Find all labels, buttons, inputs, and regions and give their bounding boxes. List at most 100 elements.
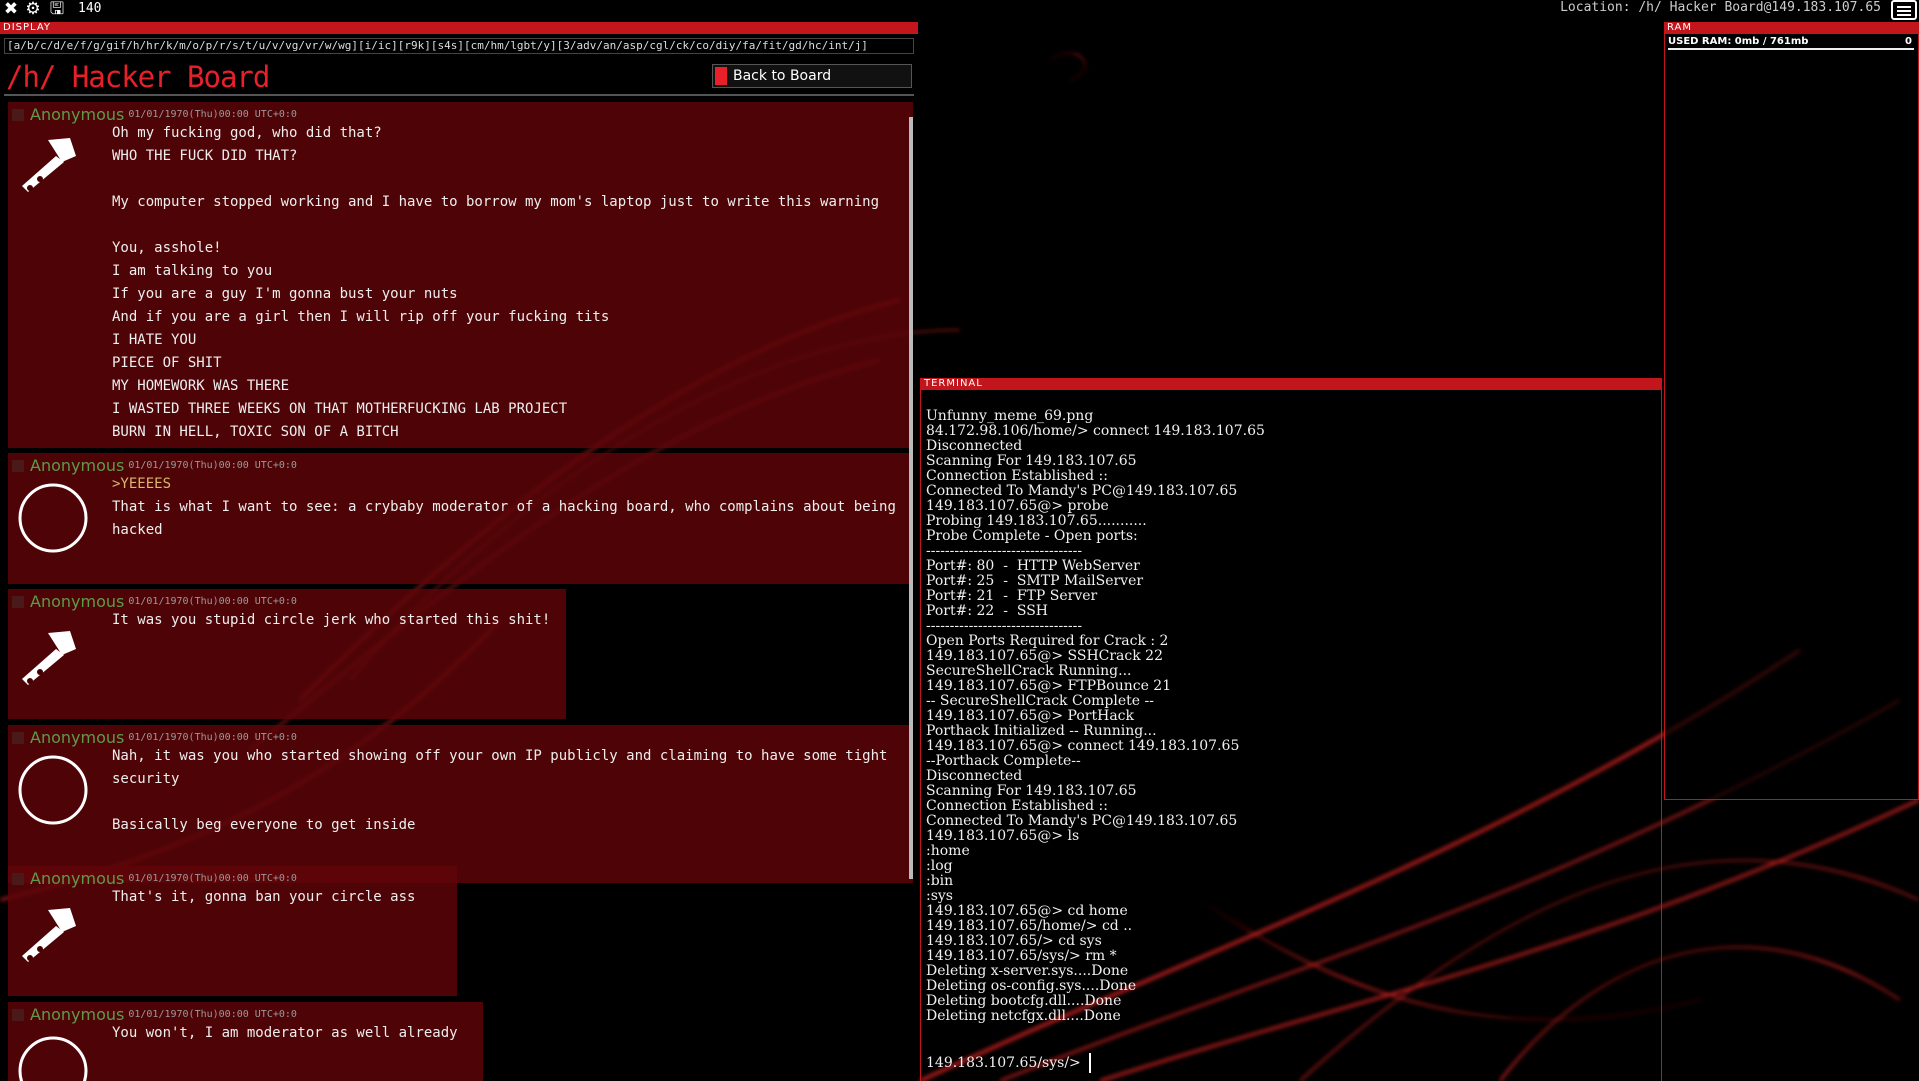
post-line: My computer stopped working and I have t… — [112, 194, 880, 210]
post-body: That's it, gonna ban your circle ass — [112, 886, 457, 909]
post-date: 01/01/1970(Thu)00:00 UTC+0:0 — [128, 873, 297, 884]
post-header: Anonymous 01/01/1970(Thu)00:00 UTC+0:0 — [12, 455, 297, 475]
gear-icon[interactable]: ⚙ — [24, 0, 42, 18]
terminal-line: 149.183.107.65@> FTPBounce 21 — [926, 678, 1172, 694]
ram-count: 0 — [1905, 36, 1912, 47]
ram-header: RAM — [1664, 22, 1919, 34]
post: Anonymous 01/01/1970(Thu)00:00 UTC+0:0 >Y… — [8, 453, 913, 584]
terminal-line: :home — [926, 843, 970, 859]
post-line: WHO THE FUCK DID THAT? — [112, 148, 298, 164]
post-line: It was you stupid circle jerk who starte… — [112, 612, 551, 628]
terminal-line: Porthack Initialized -- Running... — [926, 723, 1157, 739]
post-body: It was you stupid circle jerk who starte… — [112, 609, 566, 632]
text-cursor — [1088, 1053, 1091, 1073]
terminal-line: Port#: 21 - FTP Server — [926, 588, 1098, 604]
terminal-line: Connected To Mandy's PC@149.183.107.65 — [926, 483, 1238, 499]
terminal-line: Deleting os-config.sys....Done — [926, 978, 1137, 994]
post: Anonymous 01/01/1970(Thu)00:00 UTC+0:0 Na… — [8, 725, 913, 883]
board-list[interactable]: [a/b/c/d/e/f/g/gif/h/hr/k/m/o/p/r/s/t/u/… — [4, 38, 914, 54]
close-icon[interactable]: ✖ — [2, 0, 20, 18]
terminal-line: Connected To Mandy's PC@149.183.107.65 — [926, 813, 1238, 829]
post: Anonymous 01/01/1970(Thu)00:00 UTC+0:0 It… — [8, 589, 566, 719]
location-label: Location: /h/ Hacker Board@149.183.107.6… — [1560, 0, 1881, 15]
ram-usage-label: USED RAM: 0mb / 761mb — [1668, 36, 1809, 47]
post-body: Oh my fucking god, who did that? WHO THE… — [112, 122, 913, 444]
post-header: Anonymous 01/01/1970(Thu)00:00 UTC+0:0 — [12, 727, 297, 747]
top-bar: ✖ ⚙ 🖫 140 Location: /h/ Hacker Board@149… — [0, 0, 1919, 20]
terminal-line: 149.183.107.65@> connect 149.183.107.65 — [926, 738, 1240, 754]
post-checkbox[interactable] — [12, 459, 24, 472]
terminal-line: 84.172.98.106/home/> connect 149.183.107… — [926, 423, 1265, 439]
terminal-line: Scanning For 149.183.107.65 — [926, 783, 1137, 799]
post-line — [112, 214, 913, 237]
post-body: >YEEEES That is what I want to see: a cr… — [112, 473, 913, 542]
circle-icon — [18, 483, 88, 553]
post-date: 01/01/1970(Thu)00:00 UTC+0:0 — [128, 732, 297, 743]
scrollbar[interactable] — [909, 117, 913, 879]
terminal-line: Probing 149.183.107.65........... — [926, 513, 1147, 529]
post-line: Oh my fucking god, who did that? — [112, 125, 382, 141]
post-line: I HATE YOU — [112, 332, 197, 348]
post-line: You, asshole! — [112, 240, 222, 256]
post-checkbox[interactable] — [12, 595, 24, 608]
divider — [4, 94, 914, 96]
terminal-line: Deleting netcfgx.dll....Done — [926, 1008, 1121, 1024]
terminal-line: 149.183.107.65/> cd sys — [926, 933, 1102, 949]
terminal-line: 149.183.107.65@> cd home — [926, 903, 1128, 919]
save-icon[interactable]: 🖫 — [48, 0, 66, 18]
terminal-line: Probe Complete - Open ports: — [926, 528, 1138, 544]
terminal-line: :sys — [926, 888, 953, 904]
post-checkbox[interactable] — [12, 108, 24, 121]
counter: 140 — [78, 1, 102, 16]
terminal-line: Deleting x-server.sys....Done — [926, 963, 1129, 979]
display-header: DISPLAY — [0, 22, 918, 34]
chat-icon[interactable] — [1891, 0, 1917, 20]
post-checkbox[interactable] — [12, 1008, 24, 1021]
post-line: If you are a guy I'm gonna bust your nut… — [112, 286, 458, 302]
post-header: Anonymous 01/01/1970(Thu)00:00 UTC+0:0 — [12, 104, 297, 124]
terminal-line: --------------------------------- — [926, 543, 1083, 559]
post-checkbox[interactable] — [12, 731, 24, 744]
post-line: security — [112, 771, 180, 787]
terminal-prompt: 149.183.107.65/sys/> — [926, 1055, 1081, 1071]
post-line: I WASTED THREE WEEKS ON THAT MOTHERFUCKI… — [112, 401, 568, 417]
terminal-line: 149.183.107.65/home/> cd .. — [926, 918, 1133, 934]
back-to-board-button[interactable]: Back to Board — [712, 64, 912, 88]
post-date: 01/01/1970(Thu)00:00 UTC+0:0 — [128, 1009, 297, 1020]
post-line — [112, 168, 913, 191]
post-date: 01/01/1970(Thu)00:00 UTC+0:0 — [128, 596, 297, 607]
terminal-line: --------------------------------- — [926, 618, 1083, 634]
terminal-line: Port#: 80 - HTTP WebServer — [926, 558, 1140, 574]
post-author: Anonymous — [30, 869, 125, 888]
post-greentext: >YEEEES — [112, 476, 172, 492]
post: Anonymous 01/01/1970(Thu)00:00 UTC+0:0 Yo… — [8, 1002, 483, 1081]
post-author: Anonymous — [30, 456, 125, 475]
post-checkbox[interactable] — [12, 872, 24, 885]
post: Anonymous 01/01/1970(Thu)00:00 UTC+0:0 Oh… — [8, 102, 913, 448]
terminal-panel[interactable]: TERMINAL Unfunny_meme_69.png 84.172.98.10… — [920, 378, 1662, 1081]
terminal-line: --Porthack Complete-- — [926, 753, 1081, 769]
post-author: Anonymous — [30, 1005, 125, 1024]
display-panel: DISPLAY [a/b/c/d/e/f/g/gif/h/hr/k/m/o/p/… — [0, 22, 918, 1081]
post-line: I am talking to you — [112, 263, 273, 279]
terminal-line: Port#: 22 - SSH — [926, 603, 1048, 619]
terminal-line: Open Ports Required for Crack : 2 — [926, 633, 1169, 649]
terminal-line: 149.183.107.65@> SSHCrack 22 — [926, 648, 1163, 664]
terminal-line: SecureShellCrack Running... — [926, 663, 1132, 679]
post-line: You won't, I am moderator as well alread… — [112, 1025, 458, 1041]
terminal-line: Connection Established :: — [926, 468, 1108, 484]
hammer-icon — [22, 908, 76, 962]
terminal-input[interactable]: 149.183.107.65/sys/> — [926, 1053, 1091, 1073]
ram-panel: RAM USED RAM: 0mb / 761mb 0 — [1664, 22, 1919, 800]
terminal-line: 149.183.107.65@> PortHack — [926, 708, 1134, 724]
post-line: MY HOMEWORK WAS THERE — [112, 378, 290, 394]
terminal-line: Unfunny_meme_69.png — [926, 408, 1094, 424]
post-line: Basically beg everyone to get inside — [112, 817, 416, 833]
terminal-line: -- SecureShellCrack Complete -- — [926, 693, 1154, 709]
post-body: Nah, it was you who started showing off … — [112, 745, 913, 837]
post-line: BURN IN HELL, TOXIC SON OF A BITCH — [112, 424, 399, 440]
post-author: Anonymous — [30, 592, 125, 611]
terminal-output: Unfunny_meme_69.png 84.172.98.106/home/> … — [926, 409, 1656, 1024]
terminal-line: Deleting bootcfg.dll....Done — [926, 993, 1122, 1009]
page-title: /h/ Hacker Board — [6, 60, 270, 94]
